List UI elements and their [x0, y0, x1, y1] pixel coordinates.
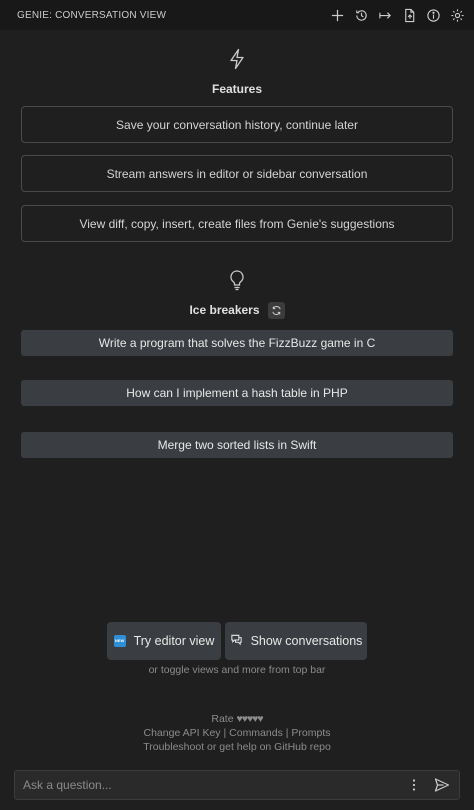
- plus-icon[interactable]: [326, 4, 348, 26]
- icebreaker-button[interactable]: How can I implement a hash table in PHP: [21, 380, 453, 406]
- arrow-right-bar-icon[interactable]: [374, 4, 396, 26]
- send-icon[interactable]: [431, 774, 453, 796]
- feature-item: View diff, copy, insert, create files fr…: [21, 205, 453, 242]
- troubleshoot-link[interactable]: Troubleshoot or get help on GitHub repo: [143, 741, 331, 753]
- rate-hearts[interactable]: ♥♥♥♥♥: [236, 713, 263, 725]
- refresh-icon[interactable]: [267, 301, 285, 319]
- rate-link[interactable]: Rate: [211, 713, 233, 725]
- feature-item: Stream answers in editor or sidebar conv…: [21, 155, 453, 192]
- show-conversations-button[interactable]: Show conversations: [225, 622, 367, 660]
- prompts-link[interactable]: Prompts: [291, 727, 330, 739]
- feature-item: Save your conversation history, continue…: [21, 106, 453, 143]
- toggle-views-hint: or toggle views and more from top bar: [148, 664, 326, 676]
- icebreaker-button[interactable]: Write a program that solves the FizzBuzz…: [21, 330, 453, 356]
- try-editor-view-label: Try editor view: [133, 634, 215, 648]
- help-line: Troubleshoot or get help on GitHub repo: [0, 741, 474, 753]
- try-editor-view-button[interactable]: NEW Try editor view: [107, 622, 221, 660]
- separator: |: [285, 727, 289, 739]
- icebreakers-title: Ice breakers: [189, 303, 260, 317]
- question-input-bar: [14, 770, 460, 800]
- title-actions: [326, 4, 468, 26]
- info-icon[interactable]: [422, 4, 444, 26]
- more-vertical-icon[interactable]: [403, 774, 425, 796]
- links-line: Change API Key | Commands | Prompts: [0, 727, 474, 739]
- lightning-icon: [0, 48, 474, 70]
- view-title-bar: GENIE: CONVERSATION VIEW: [0, 0, 474, 30]
- icebreakers-header: Ice breakers: [0, 300, 474, 320]
- file-export-icon[interactable]: [398, 4, 420, 26]
- gear-icon[interactable]: [446, 4, 468, 26]
- history-icon[interactable]: [350, 4, 372, 26]
- question-input[interactable]: [23, 778, 403, 792]
- commands-link[interactable]: Commands: [229, 727, 283, 739]
- chat-bubble-icon: [230, 633, 243, 649]
- new-badge-icon: NEW: [113, 635, 126, 647]
- change-api-key-link[interactable]: Change API Key: [144, 727, 221, 739]
- separator: |: [223, 727, 227, 739]
- lightbulb-icon: [0, 269, 474, 291]
- show-conversations-label: Show conversations: [250, 634, 363, 648]
- features-title: Features: [211, 82, 263, 96]
- icebreaker-button[interactable]: Merge two sorted lists in Swift: [21, 432, 453, 458]
- view-title: GENIE: CONVERSATION VIEW: [17, 9, 167, 21]
- rate-line: Rate ♥♥♥♥♥: [0, 713, 474, 725]
